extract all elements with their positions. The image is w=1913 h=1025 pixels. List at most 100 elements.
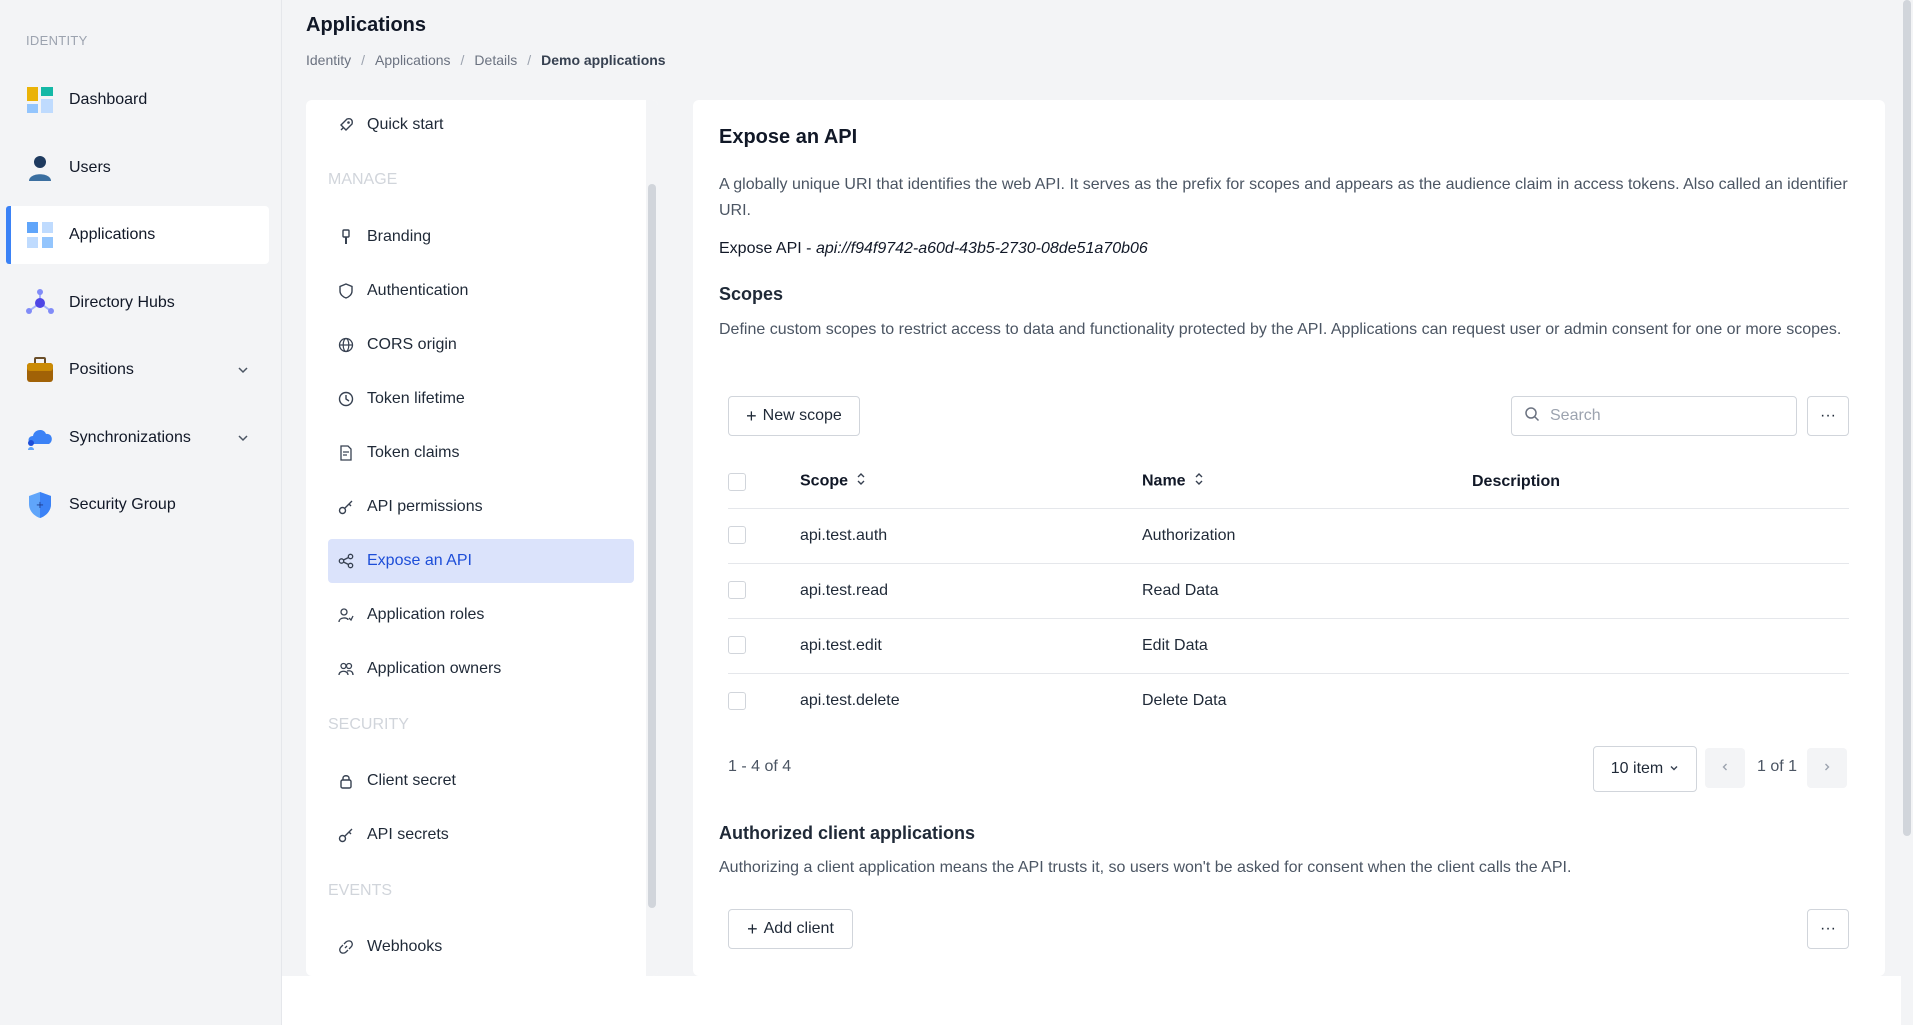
row-checkbox[interactable] xyxy=(728,526,746,545)
row-checkbox[interactable] xyxy=(728,636,746,655)
search-box[interactable] xyxy=(1511,396,1797,436)
cell-description xyxy=(1472,618,1849,674)
settings-item-authentication[interactable]: Authentication xyxy=(328,269,634,313)
key-icon xyxy=(337,498,355,516)
nav-item-label: Security Group xyxy=(69,496,176,513)
settings-item-label: CORS origin xyxy=(367,336,457,353)
chevron-down-icon xyxy=(1669,760,1679,778)
table-row[interactable]: api.test.read Read Data xyxy=(728,563,1849,619)
add-client-button[interactable]: + Add client xyxy=(728,909,853,949)
next-page-button[interactable] xyxy=(1807,748,1847,788)
settings-item-webhooks[interactable]: Webhooks xyxy=(328,925,634,969)
column-header-scope[interactable]: Scope xyxy=(800,456,1142,509)
nav-item-applications[interactable]: Applications xyxy=(6,206,269,264)
breadcrumb-separator: / xyxy=(527,52,532,68)
nav-item-label: Users xyxy=(69,159,111,176)
nav-item-label: Applications xyxy=(69,226,156,243)
settings-item-branding[interactable]: Branding xyxy=(328,215,634,259)
chevron-down-icon[interactable] xyxy=(237,431,249,449)
nav-section-label: IDENTITY xyxy=(26,33,88,48)
table-row[interactable]: api.test.auth Authorization xyxy=(728,508,1849,564)
select-all-checkbox[interactable] xyxy=(728,472,746,491)
breadcrumb-separator: / xyxy=(460,52,465,68)
settings-item-label: Branding xyxy=(367,228,432,245)
settings-item-label: Quick start xyxy=(367,116,444,133)
scopes-table: Scope Name Description api.test.auth Aut… xyxy=(728,456,1849,728)
settings-item-cors-origin[interactable]: CORS origin xyxy=(328,323,634,367)
more-actions-button[interactable]: ··· xyxy=(1807,909,1849,949)
new-scope-button[interactable]: + New scope xyxy=(728,396,860,436)
cell-description xyxy=(1472,673,1849,728)
cell-description xyxy=(1472,563,1849,619)
chevron-down-icon[interactable] xyxy=(237,363,249,381)
settings-item-token-claims[interactable]: Token claims xyxy=(328,431,634,475)
nav-item-security-group[interactable]: + Security Group xyxy=(6,476,269,534)
scopes-title: Scopes xyxy=(719,284,784,304)
section-description: A globally unique URI that identifies th… xyxy=(719,176,1848,219)
column-header-name[interactable]: Name xyxy=(1142,456,1472,509)
table-row[interactable]: api.test.delete Delete Data xyxy=(728,673,1849,728)
search-input[interactable] xyxy=(1550,407,1770,425)
applications-icon xyxy=(25,220,55,250)
directory-hub-icon xyxy=(25,288,55,318)
settings-section-events: EVENTS xyxy=(328,882,393,899)
sort-icon[interactable] xyxy=(856,472,866,491)
row-checkbox[interactable] xyxy=(728,691,746,710)
scopes-description: Define custom scopes to restrict access … xyxy=(719,321,1842,338)
lock-icon xyxy=(337,772,355,790)
page-size-select[interactable]: 10 item xyxy=(1593,746,1697,792)
row-checkbox[interactable] xyxy=(728,581,746,600)
breadcrumb-link-details[interactable]: Details xyxy=(474,52,517,68)
column-header-label: Description xyxy=(1472,472,1561,490)
more-icon: ··· xyxy=(1820,407,1836,424)
left-nav: IDENTITY Dashboard Users Applications Di… xyxy=(0,0,282,1025)
settings-scrollbar[interactable] xyxy=(646,100,658,976)
settings-section-manage: MANAGE xyxy=(328,171,398,188)
settings-item-label: Token claims xyxy=(367,444,460,461)
settings-item-api-secrets[interactable]: API secrets xyxy=(328,813,634,857)
page-scrollbar[interactable] xyxy=(1901,0,1913,1025)
table-row[interactable]: api.test.edit Edit Data xyxy=(728,618,1849,674)
settings-item-expose-an-api[interactable]: Expose an API xyxy=(328,539,634,583)
settings-item-token-lifetime[interactable]: Token lifetime xyxy=(328,377,634,421)
settings-item-label: API permissions xyxy=(367,498,483,515)
shield-icon: + xyxy=(25,490,55,520)
page-info: 1 of 1 xyxy=(1757,758,1798,775)
settings-scrollbar-thumb[interactable] xyxy=(648,184,656,908)
dashboard-icon xyxy=(25,85,55,115)
nav-item-positions[interactable]: Positions xyxy=(6,341,269,399)
clock-icon xyxy=(337,390,355,408)
sort-icon[interactable] xyxy=(1194,472,1204,491)
settings-item-label: Expose an API xyxy=(367,552,472,569)
nav-item-users[interactable]: Users xyxy=(6,139,269,197)
breadcrumb-current: Demo applications xyxy=(541,52,666,68)
plus-icon: + xyxy=(746,405,757,426)
breadcrumb-separator: / xyxy=(361,52,366,68)
settings-item-label: Token lifetime xyxy=(367,390,465,407)
cell-name: Edit Data xyxy=(1142,618,1472,674)
settings-item-label: API secrets xyxy=(367,826,449,843)
settings-item-api-permissions[interactable]: API permissions xyxy=(328,485,634,529)
main-content: Expose an API A globally unique URI that… xyxy=(693,100,1885,976)
settings-item-application-owners[interactable]: Application owners xyxy=(328,647,634,691)
pagination-count: 1 - 4 of 4 xyxy=(728,758,792,775)
settings-item-application-roles[interactable]: Application roles xyxy=(328,593,634,637)
nav-item-directory-hubs[interactable]: Directory Hubs xyxy=(6,274,269,332)
breadcrumb-link-identity[interactable]: Identity xyxy=(306,52,351,68)
nav-item-dashboard[interactable]: Dashboard xyxy=(6,71,269,129)
column-header-label: Name xyxy=(1142,472,1186,490)
settings-item-quick-start[interactable]: Quick start xyxy=(328,103,634,147)
page-title: Applications xyxy=(306,14,427,36)
more-icon: ··· xyxy=(1820,920,1836,937)
settings-item-client-secret[interactable]: Client secret xyxy=(328,759,634,803)
settings-item-label: Authentication xyxy=(367,282,469,299)
nav-item-synchronizations[interactable]: Synchronizations xyxy=(6,409,269,467)
settings-item-label: Application roles xyxy=(367,606,485,623)
cell-name: Delete Data xyxy=(1142,691,1227,709)
cell-scope: api.test.edit xyxy=(800,618,1142,674)
breadcrumb-link-applications[interactable]: Applications xyxy=(375,52,451,68)
previous-page-button[interactable] xyxy=(1705,748,1745,788)
page-scrollbar-thumb[interactable] xyxy=(1903,0,1911,836)
more-actions-button[interactable]: ··· xyxy=(1807,396,1849,436)
cell-name: Authorization xyxy=(1142,508,1472,564)
